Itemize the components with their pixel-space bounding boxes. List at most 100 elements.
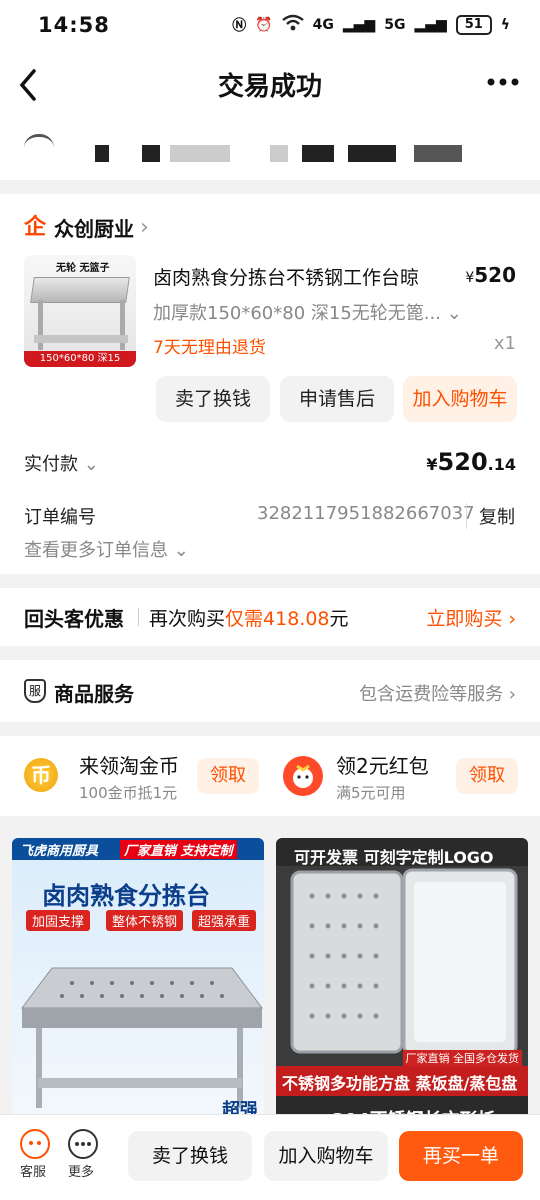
currency-symbol: ¥ (426, 455, 438, 474)
more-button[interactable] (486, 58, 520, 106)
recommend-card-left[interactable]: 飞虎商用厨具 厂家直销 支持定制 卤肉熟食分拣台 加固支撑 整体不锈钢 超强承重… (12, 838, 264, 1128)
services-section[interactable]: 服 商品服务 包含运费险等服务 › (0, 660, 540, 722)
chevron-right-icon: › (140, 215, 149, 240)
brand-badge: 厂家直销 支持定制 (120, 840, 237, 859)
product-qty: x1 (493, 333, 516, 354)
order-number-label: 订单编号 (24, 507, 96, 528)
more-order-info[interactable]: 查看更多订单信息 ⌄ (24, 536, 189, 562)
claim-coins-button[interactable]: 领取 (197, 758, 259, 794)
wifi-icon (281, 14, 304, 36)
thumb-tag: 无轮 无篮子 (56, 263, 110, 274)
claim-redpacket-button[interactable]: 领取 (456, 758, 518, 794)
bottom-sell-button[interactable]: 卖了换钱 (128, 1131, 252, 1181)
shop-row[interactable]: 企 众创厨业 › (24, 213, 149, 242)
alarm-icon: ⏰ (255, 17, 273, 33)
services-title: 商品服务 (54, 682, 134, 706)
chevron-down-icon: ⌄ (173, 540, 189, 561)
rec-right-small: 厂家直销 全国多仓发货 (402, 1050, 522, 1066)
redacted-block (142, 145, 160, 162)
buy-again-button[interactable]: 再买一单 (399, 1131, 523, 1181)
charging-icon: ϟ (500, 17, 510, 33)
more-dots-icon (75, 1142, 91, 1146)
customer-service-button[interactable] (20, 1129, 50, 1159)
returning-text: 再次购买仅需418.08元 (149, 604, 349, 631)
after-sale-button[interactable]: 申请售后 (280, 376, 394, 422)
status-bar: 14:58 Ⓝ ⏰ 4G ▂▄▆ 5G ▂▄▆ 51 ϟ (0, 0, 540, 50)
thumb-dimension: 150*60*80 深15 (24, 351, 136, 367)
signal-bars-icon-2: ▂▄▆ (414, 17, 447, 33)
product-spec[interactable]: 加厚款150*60*80 深15无轮无篦... ⌄ (153, 299, 462, 325)
services-desc[interactable]: 包含运费险等服务 › (359, 680, 516, 706)
rec-tag-3: 超强承重 (192, 910, 257, 931)
nav-bar: 交易成功 (0, 50, 540, 120)
sell-button[interactable]: 卖了换钱 (156, 376, 270, 422)
rec-headline: 卤肉熟食分拣台 (42, 882, 210, 910)
battery-icon: 51 (455, 15, 492, 35)
more-dots-icon (487, 78, 519, 86)
service-shield-icon: 服 (24, 679, 46, 703)
location-icon (24, 134, 54, 148)
currency-symbol: ¥ (465, 270, 475, 286)
coupon-title-2: 领2元红包 (336, 754, 429, 778)
status-time: 14:58 (38, 13, 110, 37)
customer-service-label[interactable]: 客服 (20, 1161, 46, 1180)
more-options-label[interactable]: 更多 (68, 1161, 94, 1180)
tray-image (276, 866, 528, 1066)
customer-service-icon (29, 1141, 41, 1145)
bottom-add-cart-button[interactable]: 加入购物车 (264, 1131, 388, 1181)
coupon-sub-2: 满5元可用 (336, 784, 406, 802)
returning-customer-section[interactable]: 回头客优惠 再次购买仅需418.08元 立即购买 › (0, 588, 540, 646)
shop-logo-icon: 企 (24, 214, 47, 240)
price-value: 520 (474, 263, 516, 287)
chevron-down-icon: ⌄ (83, 454, 99, 475)
more-options-button[interactable] (68, 1129, 98, 1159)
table-illustration (30, 277, 130, 303)
rec-tag-1: 加固支撑 (26, 910, 91, 931)
redacted-block (414, 145, 462, 162)
rec-tag-2: 整体不锈钢 (106, 910, 184, 931)
table-shelf (34, 335, 128, 343)
coupon-title-1: 来领淘金币 (79, 754, 179, 778)
signal-bars-icon: ▂▄▆ (342, 17, 376, 33)
chevron-down-icon: ⌄ (446, 303, 462, 324)
returning-highlight: 仅需418.08 (225, 608, 330, 630)
redacted-block (302, 145, 334, 162)
order-number: 3282117951882667037 (257, 503, 475, 524)
shop-name: 众创厨业 (54, 217, 134, 241)
returning-suffix: 元 (329, 608, 349, 630)
signal-4g-icon: 4G (312, 17, 334, 33)
page-title: 交易成功 (217, 72, 322, 102)
buy-now-label: 立即购买 (426, 608, 503, 630)
coupons-section: 币 来领淘金币 100金币抵1元 领取 领2元红包 满5元可用 领取 (0, 736, 540, 816)
buy-now-link[interactable]: 立即购买 › (426, 604, 516, 631)
returning-title: 回头客优惠 (24, 607, 124, 631)
coupon-sub-1: 100金币抵1元 (79, 784, 178, 802)
product-price: ¥520 (465, 263, 516, 287)
return-policy: 7天无理由退货 (153, 338, 266, 358)
rec-right-top: 可开发票 可刻字定制LOGO (294, 848, 494, 867)
product-thumbnail[interactable]: 无轮 无篮子 150*60*80 深15 (24, 255, 136, 367)
status-icons: Ⓝ ⏰ 4G ▂▄▆ 5G ▂▄▆ 51 ϟ (232, 14, 510, 36)
redacted-block (270, 145, 288, 162)
gold-coin-icon: 币 (24, 758, 58, 792)
returning-prefix: 再次购买 (149, 608, 226, 630)
copy-button[interactable]: 复制 (466, 503, 515, 529)
more-order-info-text: 查看更多订单信息 (24, 540, 168, 561)
redacted-block (348, 145, 396, 162)
bottom-bar: 客服 更多 卖了换钱 加入购物车 再买一单 (0, 1114, 540, 1200)
address-section[interactable] (0, 120, 540, 180)
amount-int: 520 (437, 448, 488, 476)
amount-dec: .14 (487, 455, 516, 474)
payment-label[interactable]: 实付款 ⌄ (24, 450, 99, 476)
recommend-card-right[interactable]: 可开发票 可刻字定制LOGO 厂家直销 全国多仓发货 不锈钢多功能方盘 蒸饭盘/… (276, 838, 528, 1128)
signal-5g-icon: 5G (384, 17, 406, 33)
brand-name: 飞虎商用厨具 (20, 844, 99, 859)
spec-text: 加厚款150*60*80 深15无轮无篦... (153, 303, 441, 324)
add-cart-button[interactable]: 加入购物车 (403, 376, 517, 422)
divider (138, 608, 139, 626)
product-title[interactable]: 卤肉熟食分拣台不锈钢工作台晾 (153, 263, 419, 290)
redacted-block (95, 145, 109, 162)
sorting-table-image (21, 967, 263, 1108)
services-desc-text: 包含运费险等服务 (359, 684, 504, 705)
red-packet-icon (283, 756, 323, 796)
